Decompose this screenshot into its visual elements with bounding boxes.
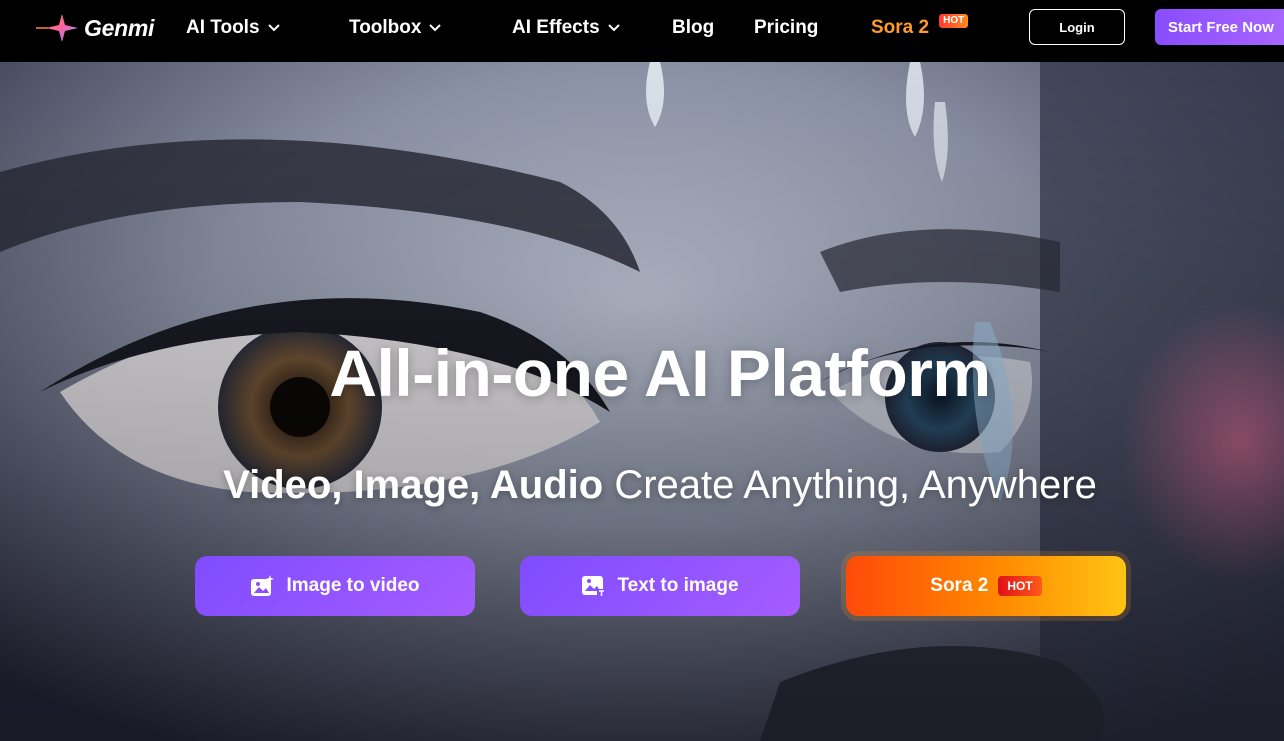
brand-logo[interactable]: Genmi [36,12,154,44]
text-to-image-label: Text to image [617,575,739,596]
nav-ai-tools[interactable]: AI Tools [186,14,280,42]
nav-sora-2[interactable]: Sora 2 HOT [871,14,969,42]
brand-name: Genmi [84,14,155,41]
nav-toolbox[interactable]: Toolbox [349,14,442,42]
image-to-video-button[interactable]: Image to video [195,556,475,616]
chevron-down-icon [607,24,620,32]
start-free-button[interactable]: Start Free Now [1155,9,1284,45]
sparkle-logo-icon [36,14,78,42]
sora-2-label: Sora 2 [930,575,989,596]
nav-ai-tools-label: AI Tools [186,17,260,38]
nav-pricing[interactable]: Pricing [754,14,818,42]
hot-badge: HOT [939,14,969,28]
image-video-icon [251,575,275,596]
nav-sora-label: Sora 2 [871,17,930,38]
hot-badge: HOT [998,576,1042,596]
chevron-down-icon [267,24,280,32]
nav-blog[interactable]: Blog [672,14,714,42]
nav-blog-label: Blog [672,17,715,38]
hero-subheadline: Video, Image, Audio Create Anything, Any… [0,463,1284,508]
hero-headline: All-in-one AI Platform [329,336,991,410]
subheadline-tagline: Create Anything, Anywhere [603,463,1097,507]
image-to-video-label: Image to video [286,575,420,596]
nav-pricing-label: Pricing [754,17,819,38]
chevron-down-icon [429,24,442,32]
nav-ai-effects-label: AI Effects [512,17,600,38]
text-to-image-button[interactable]: Text to image [520,556,800,616]
login-button[interactable]: Login [1029,9,1125,45]
nav-ai-effects[interactable]: AI Effects [512,14,620,42]
subheadline-media-types: Video, Image, Audio [223,463,604,507]
nav-toolbox-label: Toolbox [349,17,422,38]
image-text-icon [582,576,607,597]
sora-2-button[interactable]: Sora 2 HOT [846,556,1126,616]
hero-section: All-in-one AI Platform Video, Image, Aud… [0,62,1284,741]
top-navbar: Genmi AI Tools Toolbox AI Effects Blog P… [0,0,1284,62]
